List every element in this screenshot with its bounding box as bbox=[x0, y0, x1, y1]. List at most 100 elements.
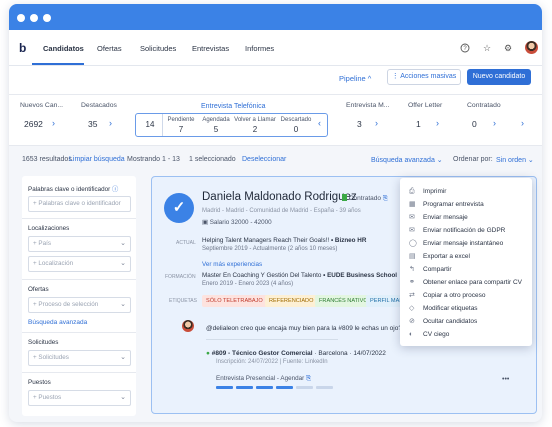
more-experiences-link[interactable]: Ver más experiencias bbox=[202, 261, 262, 268]
window-dot bbox=[17, 14, 25, 22]
menu-item-label: Copiar a otro proceso bbox=[423, 292, 486, 299]
requests-select[interactable]: + Solicitudes ⌄ bbox=[28, 350, 131, 366]
showing-range: Mostrando 1 - 13 bbox=[127, 156, 180, 163]
tag-badge[interactable]: FRANCÉS NATIVO bbox=[315, 295, 372, 307]
gear-icon[interactable]: ⚙ bbox=[503, 43, 513, 53]
application-place: · Barcelona · 14/07/2022 bbox=[314, 350, 386, 357]
application-stage-text: Entrevista Presencial - Agendar bbox=[216, 375, 305, 382]
menu-item[interactable]: ✉ Enviar notificación de GDPR bbox=[400, 224, 532, 237]
chevron-right-icon[interactable]: › bbox=[109, 118, 112, 128]
chevron-down-icon: ⌄ bbox=[120, 301, 126, 308]
advanced-search-link[interactable]: Búsqueda avanzada bbox=[28, 319, 87, 326]
new-candidate-button[interactable]: Nuevo candidato bbox=[467, 69, 531, 85]
commenter-avatar bbox=[182, 320, 194, 332]
sub-stage-count[interactable]: 7 bbox=[164, 125, 198, 134]
star-icon[interactable]: ☆ bbox=[482, 43, 492, 53]
file-icon: ▤ bbox=[409, 253, 416, 260]
stage-count[interactable]: 2692 bbox=[24, 119, 43, 129]
keywords-input[interactable]: + Palabras clave o identificador bbox=[28, 196, 131, 212]
stage-entrevista-telefonica[interactable]: Entrevista Telefónica bbox=[201, 103, 265, 110]
menu-item-label: Enviar mensaje instantáneo bbox=[423, 240, 504, 247]
menu-item[interactable]: ⇄ Copiar a otro proceso bbox=[400, 289, 532, 302]
link-icon: ⚭ bbox=[409, 279, 415, 286]
order-select[interactable]: Sin orden ⌄ bbox=[496, 156, 534, 164]
current-stage-box: 14 Pendiente 7 Agendada 5 Volver a Llama… bbox=[135, 113, 328, 137]
tags-label: ETIQUETAS bbox=[169, 298, 197, 304]
menu-item[interactable]: ⊘ Ocultar candidatos bbox=[400, 315, 532, 328]
info-icon[interactable]: ⓘ bbox=[112, 186, 118, 193]
sub-stage-count[interactable]: 5 bbox=[200, 125, 232, 134]
more-options-icon[interactable]: ••• bbox=[502, 376, 509, 383]
tab-ofertas[interactable]: Ofertas bbox=[97, 44, 122, 53]
location-select[interactable]: + Localización ⌄ bbox=[28, 256, 131, 272]
sub-stage-label[interactable]: Volver a Llamar bbox=[233, 117, 277, 123]
menu-item[interactable]: ⚭ Obtener enlace para compartir CV bbox=[400, 276, 532, 289]
bulk-actions-button[interactable]: ⋮ Acciones masivas bbox=[387, 69, 461, 85]
sub-stage-label[interactable]: Pendiente bbox=[164, 117, 198, 123]
stage-offer-letter[interactable]: Offer Letter bbox=[408, 102, 442, 109]
tag-badge[interactable]: REFERENCIADO bbox=[265, 295, 318, 307]
sub-stage-label[interactable]: Agendada bbox=[200, 117, 232, 123]
menu-item[interactable]: ▤ Exportar a excel bbox=[400, 250, 532, 263]
menu-item[interactable]: ◐ CV ciego bbox=[400, 328, 532, 341]
copy-icon[interactable]: ⎘ bbox=[383, 195, 388, 202]
actual-role-title: Helping Talent Managers Reach Their Goal… bbox=[202, 237, 330, 244]
sub-stage-label[interactable]: Descartado bbox=[278, 117, 314, 123]
location-placeholder: + Localización bbox=[33, 260, 74, 267]
formation-school: • EUDE Business School bbox=[323, 272, 398, 279]
advanced-search-label: Búsqueda avanzada bbox=[371, 157, 435, 164]
stage-entrevista-m[interactable]: Entrevista M... bbox=[346, 102, 389, 109]
tab-solicitudes[interactable]: Solicitudes bbox=[140, 44, 176, 53]
process-select[interactable]: + Proceso de selección ⌄ bbox=[28, 297, 131, 313]
stage-count[interactable]: 0 bbox=[472, 119, 477, 129]
menu-item[interactable]: ↰ Compartir bbox=[400, 263, 532, 276]
clear-search-link[interactable]: Limpiar búsqueda bbox=[69, 156, 125, 163]
advanced-search-toggle[interactable]: Búsqueda avanzada ⌄ bbox=[371, 156, 443, 164]
app-window: b Candidatos Ofertas Solicitudes Entrevi… bbox=[9, 4, 542, 422]
scroll-right-icon[interactable]: › bbox=[521, 118, 524, 128]
chevron-right-icon[interactable]: › bbox=[436, 118, 439, 128]
copy-icon[interactable]: ⎘ bbox=[306, 375, 311, 382]
status-badge: Contratado ⎘ bbox=[342, 194, 388, 203]
chevron-down-icon: ⌄ bbox=[120, 240, 126, 247]
deselect-link[interactable]: Deseleccionar bbox=[242, 156, 286, 163]
stage-nuevos[interactable]: Nuevos Can... bbox=[20, 102, 63, 109]
tab-candidatos[interactable]: Candidatos bbox=[43, 44, 84, 53]
chevron-right-icon[interactable]: › bbox=[493, 118, 496, 128]
application-title: #809 - Técnico Gestor Comercial bbox=[211, 350, 313, 357]
bizneo-logo[interactable]: b bbox=[19, 41, 26, 55]
menu-item[interactable]: ◯ Enviar mensaje instantáneo bbox=[400, 237, 532, 250]
user-avatar[interactable] bbox=[525, 41, 538, 54]
sub-stage-count[interactable]: 2 bbox=[233, 125, 277, 134]
menu-item-label: Modificar etiquetas bbox=[423, 305, 478, 312]
positions-select[interactable]: + Puestos ⌄ bbox=[28, 390, 131, 406]
tab-informes[interactable]: Informes bbox=[245, 44, 274, 53]
country-select[interactable]: + País ⌄ bbox=[28, 236, 131, 252]
stage-contratado[interactable]: Contratado bbox=[467, 102, 501, 109]
menu-item[interactable]: ▦ Programar entrevista bbox=[400, 198, 532, 211]
top-nav: b Candidatos Ofertas Solicitudes Entrevi… bbox=[9, 30, 542, 66]
stage-count[interactable]: 35 bbox=[88, 119, 97, 129]
tag-badge[interactable]: SÓLO TELETRABAJO bbox=[202, 295, 267, 307]
pipeline-toggle[interactable]: Pipeline ^ bbox=[339, 74, 371, 83]
chevron-right-icon[interactable]: › bbox=[52, 118, 55, 128]
menu-item[interactable]: ⎙ Imprimir bbox=[400, 185, 532, 198]
stage-count[interactable]: 1 bbox=[416, 119, 421, 129]
tab-entrevistas[interactable]: Entrevistas bbox=[192, 44, 229, 53]
menu-item[interactable]: ◇ Modificar etiquetas bbox=[400, 302, 532, 315]
stage-total[interactable]: 14 bbox=[143, 120, 157, 129]
menu-item-label: Enviar mensaje bbox=[423, 214, 468, 221]
tag-icon: ◇ bbox=[409, 305, 415, 312]
stage-destacados[interactable]: Destacados bbox=[81, 102, 117, 109]
selected-check-icon[interactable]: ✓ bbox=[164, 193, 194, 223]
chevron-left-icon[interactable]: ‹ bbox=[318, 118, 321, 128]
help-icon[interactable]: ? bbox=[460, 43, 470, 53]
menu-item[interactable]: ✉ Enviar mensaje bbox=[400, 211, 532, 224]
menu-item-label: CV ciego bbox=[423, 331, 450, 338]
application[interactable]: ● #809 - Técnico Gestor Comercial · Barc… bbox=[206, 350, 386, 357]
stage-count[interactable]: 3 bbox=[357, 119, 362, 129]
sub-stage-count[interactable]: 0 bbox=[278, 125, 314, 134]
chevron-down-icon: ⌄ bbox=[120, 260, 126, 267]
chevron-right-icon[interactable]: › bbox=[375, 118, 378, 128]
candidate-name[interactable]: Daniela Maldonado Rodriguez bbox=[202, 191, 357, 203]
